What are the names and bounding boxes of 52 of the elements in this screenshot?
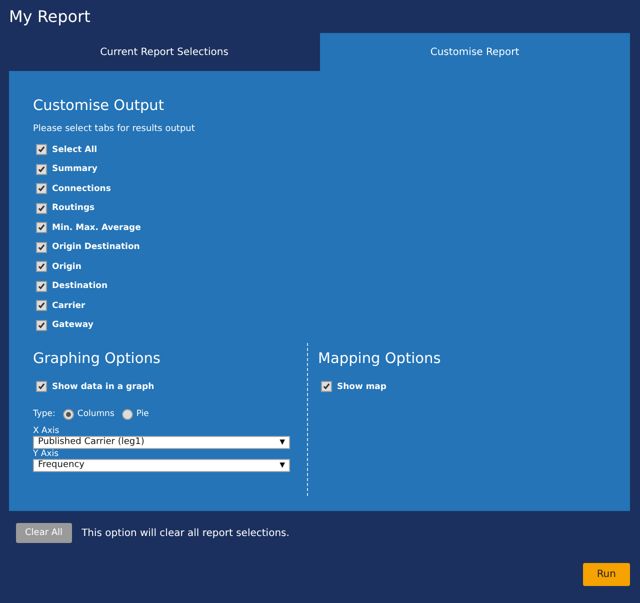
checkmark-icon — [38, 322, 45, 329]
checkmark-icon — [38, 244, 45, 251]
type-label: Type: — [33, 409, 56, 419]
checkbox-option[interactable]: Carrier — [36, 296, 86, 316]
checkbox[interactable] — [36, 222, 47, 234]
tab[interactable]: Customise Report — [320, 33, 630, 71]
checkbox[interactable] — [36, 320, 47, 331]
checkbox[interactable] — [36, 280, 47, 292]
checkmark-icon — [38, 224, 45, 232]
run-button[interactable]: Run — [582, 563, 630, 586]
clear-all-button[interactable]: Clear All — [16, 523, 72, 543]
axis-label: X Axis — [33, 426, 60, 436]
checkbox[interactable] — [36, 300, 47, 312]
checkbox-option[interactable]: Origin Destination — [36, 238, 140, 257]
checkmark-icon — [38, 204, 45, 212]
checkmark-icon — [38, 383, 45, 390]
checkmark-icon — [38, 263, 45, 270]
checkbox-option[interactable]: Routings — [36, 198, 95, 218]
page-title: My Report — [8, 6, 92, 28]
checkbox[interactable] — [36, 144, 47, 156]
checkbox[interactable] — [36, 381, 47, 392]
clear-note: This option will clear all report selections. — [82, 528, 290, 538]
checkmark-icon — [38, 166, 45, 173]
checkbox[interactable] — [36, 261, 47, 272]
checkbox-option[interactable]: Show data in a graph — [36, 377, 154, 396]
checkbox-option[interactable]: Origin — [36, 257, 82, 276]
checkbox-option[interactable]: Connections — [36, 179, 111, 198]
section-heading: Graphing Options — [33, 351, 160, 367]
checkmark-icon — [323, 383, 330, 390]
checkmark-icon — [38, 146, 45, 154]
section-heading: Mapping Options — [318, 351, 441, 367]
axis-label: Y Axis — [33, 448, 60, 458]
checkmark-icon — [38, 282, 45, 290]
checkbox[interactable] — [36, 183, 47, 194]
checkbox-option[interactable]: Min. Max. Average — [36, 218, 141, 238]
radio-option[interactable]: Columns — [63, 408, 114, 420]
radio-button[interactable] — [63, 408, 74, 420]
checkbox-option[interactable]: Destination — [36, 276, 108, 296]
checkbox[interactable] — [36, 202, 47, 214]
checkmark-icon — [38, 302, 45, 310]
instruction-text: Please select tabs for results output — [33, 124, 196, 134]
radio-option[interactable]: Pie — [122, 408, 149, 420]
checkbox-option[interactable]: Show map — [321, 377, 387, 396]
checkbox[interactable] — [36, 242, 47, 253]
checkbox[interactable] — [36, 164, 47, 175]
radio-button[interactable] — [122, 408, 134, 420]
checkbox-option[interactable]: Summary — [36, 160, 98, 179]
checkmark-icon — [38, 185, 45, 192]
section-heading: Customise Output — [33, 98, 166, 114]
checkbox[interactable] — [321, 381, 332, 392]
checkbox-option[interactable]: Gateway — [36, 316, 94, 335]
checkbox-option[interactable]: Select All — [36, 140, 98, 160]
